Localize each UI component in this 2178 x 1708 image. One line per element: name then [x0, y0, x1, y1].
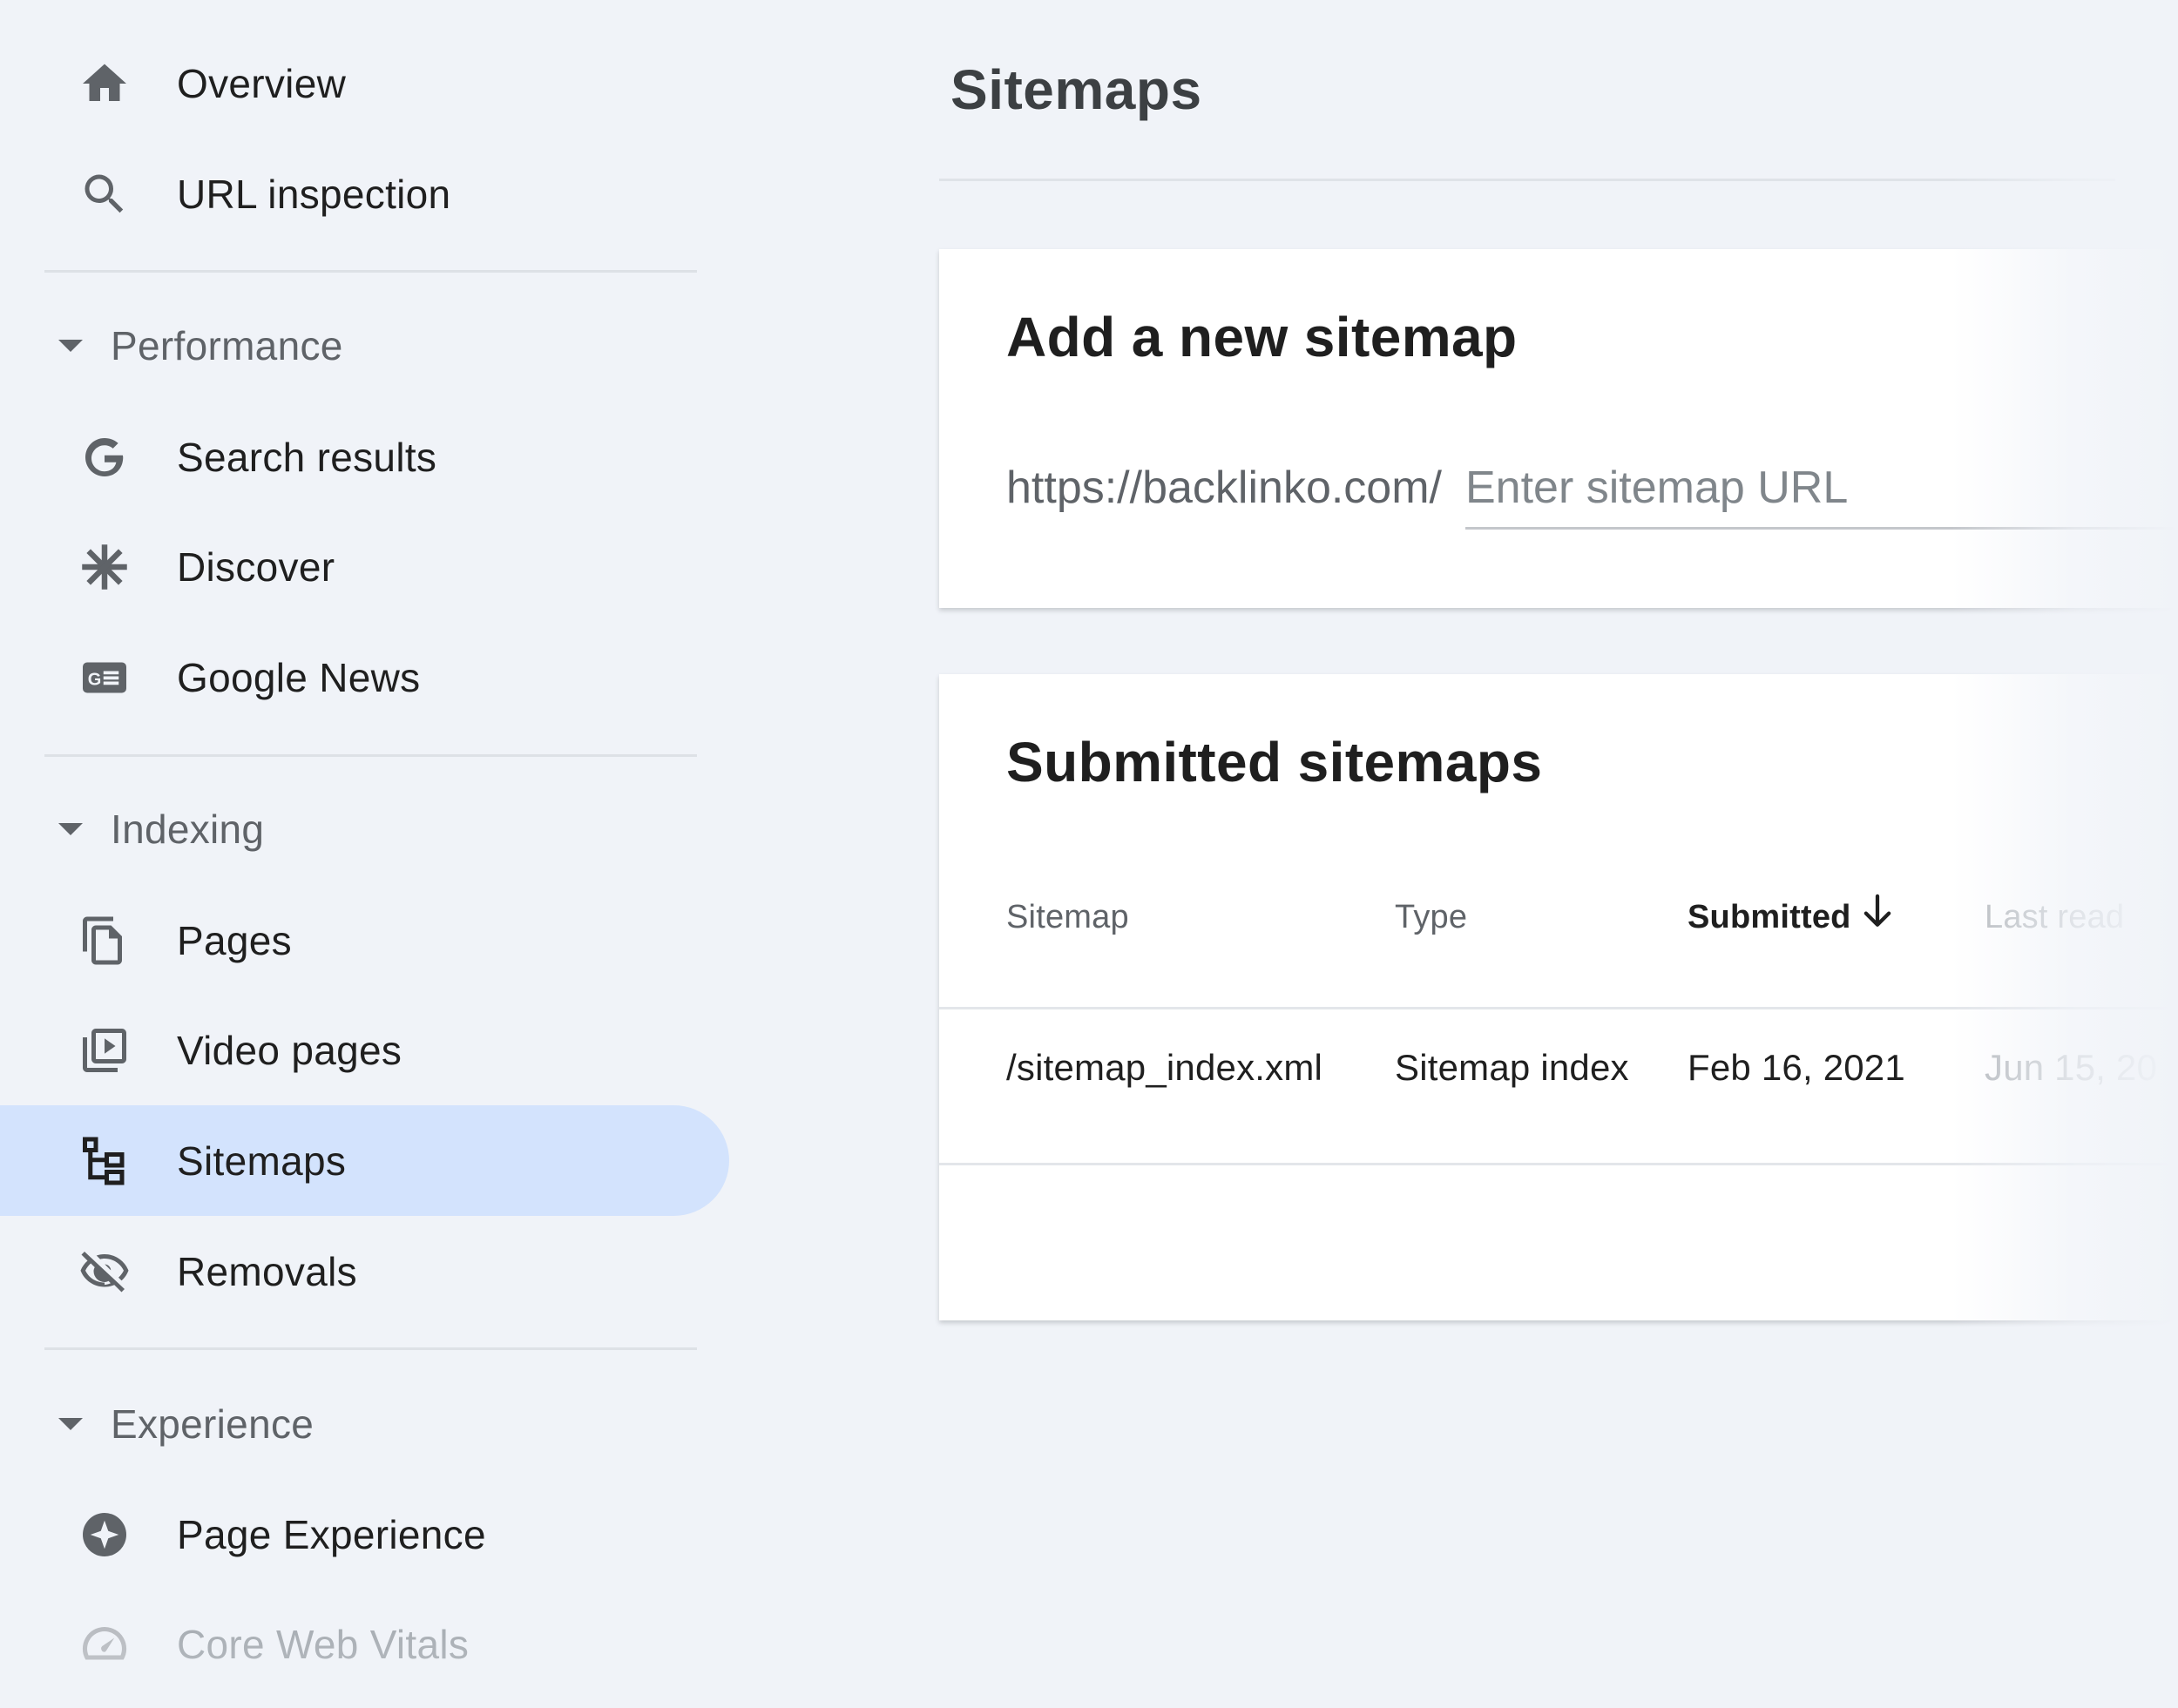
sidebar-item-label: Pages — [177, 917, 292, 963]
sidebar-item-video-pages[interactable]: Video pages — [0, 995, 729, 1105]
sidebar-item-search-results[interactable]: Search results — [0, 402, 729, 512]
video-pages-icon — [77, 1023, 132, 1078]
section-header-indexing[interactable]: Indexing — [0, 781, 697, 877]
title-divider — [939, 179, 2115, 181]
section-header-performance[interactable]: Performance — [0, 298, 697, 394]
sidebar-item-core-web-vitals[interactable]: Core Web Vitals — [0, 1589, 729, 1699]
sidebar-item-label: Sitemaps — [177, 1138, 347, 1184]
section-header-label: Performance — [111, 323, 343, 368]
cell-submitted: Feb 16, 2021 — [1688, 1047, 1905, 1088]
section-header-experience[interactable]: Experience — [0, 1376, 697, 1472]
sidebar-nav: Overview URL inspection Performance Sear… — [0, 0, 741, 1708]
page-experience-icon — [77, 1507, 132, 1563]
sidebar-item-label: Google News — [177, 654, 421, 700]
search-icon — [77, 166, 132, 222]
sidebar-item-label: Video pages — [177, 1027, 402, 1073]
search-console-page: Overview URL inspection Performance Sear… — [0, 0, 2178, 1708]
sidebar-item-label: Core Web Vitals — [177, 1621, 470, 1667]
asterisk-icon — [77, 539, 132, 595]
sidebar-divider — [44, 270, 697, 273]
svg-text:G: G — [88, 670, 102, 689]
sidebar-item-label: Page Experience — [177, 1511, 486, 1557]
sitemap-url-input[interactable] — [1465, 453, 2178, 530]
sidebar-item-overview[interactable]: Overview — [0, 28, 729, 138]
caret-down-icon — [58, 823, 83, 835]
submitted-sitemaps-card: Submitted sitemaps Sitemap Type Submitte… — [939, 674, 2178, 1320]
column-header-sitemap[interactable]: Sitemap — [1006, 899, 1129, 936]
sidebar-item-label: URL inspection — [177, 171, 451, 217]
home-icon — [77, 56, 132, 111]
sidebar-item-google-news[interactable]: G Google News — [0, 622, 729, 732]
cell-type: Sitemap index — [1395, 1047, 1629, 1088]
eye-off-icon — [77, 1244, 132, 1300]
cell-sitemap: /sitemap_index.xml — [1006, 1047, 1323, 1088]
sidebar-item-removals[interactable]: Removals — [0, 1216, 729, 1327]
cell-last-read: Jun 15, 20 — [1985, 1047, 2158, 1088]
sidebar-item-label: Search results — [177, 434, 437, 480]
sidebar-item-sitemaps[interactable]: Sitemaps — [0, 1105, 729, 1216]
page-title: Sitemaps — [950, 58, 1202, 121]
add-sitemap-card: Add a new sitemap https://backlinko.com/ — [939, 249, 2178, 608]
section-header-label: Indexing — [111, 807, 265, 852]
sidebar-item-discover[interactable]: Discover — [0, 511, 729, 622]
add-sitemap-title: Add a new sitemap — [1006, 306, 1518, 368]
speedometer-icon — [77, 1617, 132, 1672]
column-header-last-read[interactable]: Last read — [1985, 899, 2124, 936]
sidebar-item-label: Discover — [177, 543, 335, 590]
sidebar-item-pages[interactable]: Pages — [0, 885, 729, 996]
submitted-sitemaps-title: Submitted sitemaps — [1006, 731, 1543, 793]
sidebar-item-label: Overview — [177, 60, 347, 106]
caret-down-icon — [58, 1418, 83, 1430]
column-header-submitted[interactable]: Submitted — [1688, 899, 1851, 936]
arrow-down-icon[interactable] — [1860, 892, 1895, 932]
table-divider — [939, 1163, 2178, 1165]
pages-icon — [77, 913, 132, 969]
sidebar-item-url-inspection[interactable]: URL inspection — [0, 138, 729, 249]
section-header-label: Experience — [111, 1401, 315, 1447]
sitemap-url-prefix: https://backlinko.com/ — [1006, 462, 1442, 513]
sidebar-divider — [44, 754, 697, 757]
caret-down-icon — [58, 340, 83, 352]
sidebar-divider — [44, 1347, 697, 1350]
google-g-icon — [77, 429, 132, 485]
column-header-type[interactable]: Type — [1395, 899, 1467, 936]
sidebar-item-label: Removals — [177, 1248, 357, 1294]
google-news-icon: G — [77, 650, 132, 705]
sidebar-item-page-experience[interactable]: Page Experience — [0, 1479, 729, 1590]
sitemap-icon — [77, 1133, 132, 1189]
